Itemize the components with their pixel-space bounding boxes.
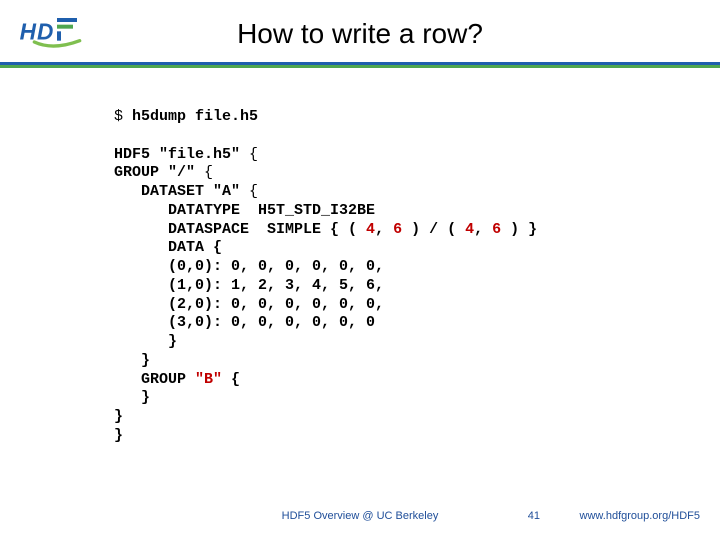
slide: H D How to write a row? $ h5dump file.h5… (0, 0, 720, 540)
out-l5d: 6 (393, 221, 402, 238)
footer-page: 41 (528, 510, 540, 522)
out-l6: DATA { (114, 239, 222, 256)
out-l13c: { (222, 371, 240, 388)
out-l3c: { (240, 183, 258, 200)
out-l2a: GROUP (114, 164, 168, 181)
out-l14: } (114, 389, 150, 406)
out-l2b: "/" (168, 164, 195, 181)
out-l3a: DATASET (114, 183, 213, 200)
out-l13a: GROUP (114, 371, 195, 388)
out-l11: } (114, 333, 177, 350)
out-l15: } (114, 408, 123, 425)
out-l4: DATATYPE H5T_STD_I32BE (114, 202, 375, 219)
out-l5f: 4 (465, 221, 474, 238)
footer: HDF5 Overview @ UC Berkeley 41 www.hdfgr… (0, 510, 720, 530)
out-l5h: 6 (492, 221, 501, 238)
slide-title: How to write a row? (0, 18, 720, 50)
out-l3b: "A" (213, 183, 240, 200)
out-l5g: , (474, 221, 492, 238)
command: h5dump file.h5 (132, 108, 258, 125)
prompt: $ (114, 108, 132, 125)
divider-rule (0, 62, 720, 68)
out-l5e: ) / ( (402, 221, 465, 238)
out-l8: (1,0): 1, 2, 3, 4, 5, 6, (114, 277, 384, 294)
out-l5i: ) } (501, 221, 537, 238)
out-l12: } (114, 352, 150, 369)
footer-url: www.hdfgroup.org/HDF5 (580, 510, 700, 522)
out-l16: } (114, 427, 123, 444)
out-l5b: 4 (366, 221, 375, 238)
out-l10: (3,0): 0, 0, 0, 0, 0, 0 (114, 314, 375, 331)
out-l9: (2,0): 0, 0, 0, 0, 0, 0, (114, 296, 384, 313)
code-block: $ h5dump file.h5 HDF5 "file.h5" { GROUP … (114, 108, 674, 446)
out-l5a: DATASPACE SIMPLE { ( (114, 221, 366, 238)
out-l2c: { (195, 164, 213, 181)
out-l1b: { (240, 146, 258, 163)
out-l1a: HDF5 "file.h5" (114, 146, 240, 163)
out-l7: (0,0): 0, 0, 0, 0, 0, 0, (114, 258, 384, 275)
out-l13b: "B" (195, 371, 222, 388)
out-l5c: , (375, 221, 393, 238)
